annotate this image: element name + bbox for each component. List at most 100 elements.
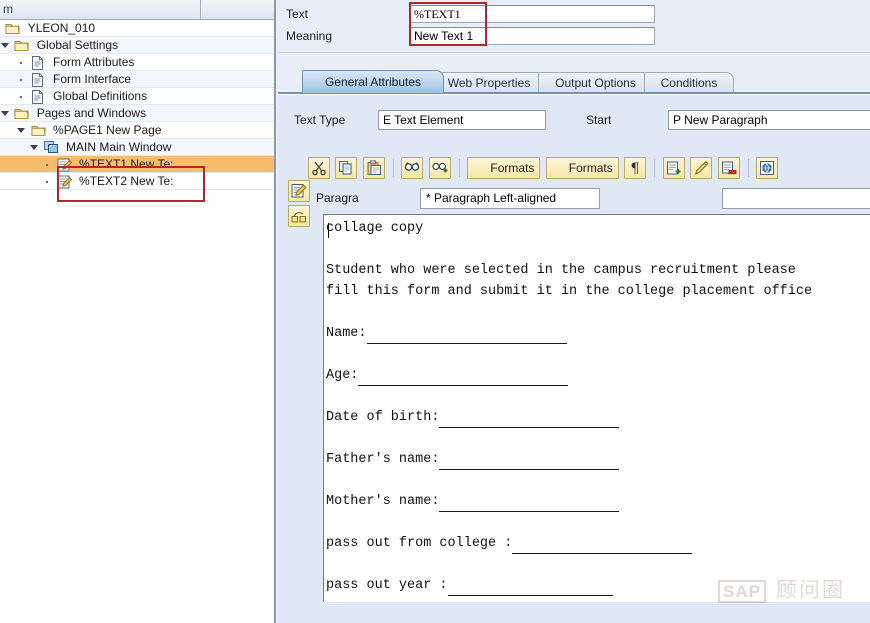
- change-formats-icon[interactable]: Formats: [545, 157, 619, 179]
- detail-tabstrip: General Attributes Web Properties Output…: [278, 70, 870, 93]
- editor-line-text: fill this form and submit it in the coll…: [326, 284, 813, 299]
- element-detail-pane: Text %TEXT1 Meaning New Text 1 General A…: [278, 0, 870, 623]
- toolbar-separator: [393, 159, 395, 177]
- folder-icon: [14, 105, 30, 121]
- tab-conditions[interactable]: Conditions: [644, 72, 734, 93]
- tree-node-pages-and-windows[interactable]: Pages and Windows: [0, 105, 274, 122]
- tree-node-yleon-010[interactable]: YLEON_010: [0, 20, 274, 37]
- toolbar-separator: [654, 159, 656, 177]
- text-element-icon: [57, 173, 73, 189]
- fill-in-rule: [512, 539, 693, 554]
- find-icon[interactable]: [401, 157, 424, 179]
- tree-bullet-icon: [16, 88, 27, 104]
- form-tree-panel: m YLEON_010 Global Settings Form Attribu…: [0, 0, 276, 623]
- document-icon: [31, 54, 47, 70]
- editor-line-text: collage copy: [326, 221, 424, 236]
- paragraph-label: Paragra: [316, 191, 359, 205]
- fill-in-rule: [439, 455, 620, 470]
- tree-node-global-settings[interactable]: Global Settings: [0, 37, 274, 54]
- tree-node-form-attributes[interactable]: Form Attributes: [0, 54, 274, 71]
- editor-line: Age:: [326, 365, 870, 386]
- tree-node-text2[interactable]: %TEXT2 New Te:: [0, 173, 274, 190]
- structure-icon[interactable]: [288, 205, 310, 227]
- paragraph-format-select[interactable]: * Paragraph Left-aligned: [420, 188, 600, 209]
- tree-node-main-window[interactable]: MAIN Main Window: [0, 139, 274, 156]
- meaning-input[interactable]: New Text 1: [410, 27, 655, 45]
- tab-output-options[interactable]: Output Options: [538, 72, 653, 93]
- editor-line-text: Mother's name:: [326, 494, 440, 509]
- window-icon: [43, 139, 60, 155]
- tree-node-global-definitions[interactable]: Global Definitions: [0, 88, 274, 105]
- text-type-label: Text Type: [294, 113, 346, 127]
- meaning-label: Meaning: [286, 29, 333, 43]
- tree-node-page1[interactable]: %PAGE1 New Page: [0, 122, 274, 139]
- tree-node-label: YLEON_010: [27, 21, 96, 35]
- document-icon: [31, 88, 47, 104]
- paragraph-mark-icon[interactable]: ¶: [624, 157, 647, 179]
- editor-line-text: Date of birth:: [326, 410, 440, 425]
- text-editor-area[interactable]: collage copy Student who were selected i…: [323, 214, 870, 602]
- text-type-select[interactable]: E Text Element: [378, 110, 546, 130]
- start-label: Start: [586, 113, 612, 127]
- tree-node-label: %TEXT1 New Te:: [79, 157, 174, 171]
- fill-in-rule: [366, 329, 567, 344]
- tree-node-form-interface[interactable]: Form Interface: [0, 71, 274, 88]
- toolbar-separator: [747, 159, 749, 177]
- editor-line-text: pass out from college :: [326, 536, 513, 551]
- editor-line: pass out from college :: [326, 533, 870, 554]
- tree-node-label: Pages and Windows: [36, 106, 147, 120]
- editor-side-buttons: [288, 180, 312, 230]
- display-formats-icon[interactable]: Formats: [467, 157, 541, 179]
- folder-icon: [31, 122, 47, 138]
- start-input[interactable]: P New Paragraph: [668, 110, 870, 130]
- web-preview-icon[interactable]: [756, 157, 779, 179]
- insert-line-icon[interactable]: [662, 157, 685, 179]
- text-element-icon: [57, 156, 73, 172]
- expander-triangle-icon[interactable]: [0, 37, 11, 53]
- section-divider: [278, 52, 870, 53]
- expander-triangle-icon[interactable]: [29, 139, 40, 155]
- text-type-row: Text Type E Text Element Start P New Par…: [278, 109, 870, 133]
- tree-node-label: Form Attributes: [53, 55, 135, 69]
- editor-toolbar: Formats Formats ¶: [308, 157, 780, 181]
- tree-node-label: %TEXT2 New Te:: [79, 174, 174, 188]
- text-name-input[interactable]: %TEXT1: [410, 5, 655, 23]
- edit-line-icon[interactable]: [690, 157, 713, 179]
- editor-line-text: Father's name:: [326, 452, 440, 467]
- document-icon: [31, 71, 47, 87]
- edit-text-icon[interactable]: [288, 180, 310, 202]
- svg-text:¶: ¶: [631, 161, 640, 176]
- fill-in-rule: [439, 497, 620, 512]
- editor-line: pass out year :: [326, 575, 870, 596]
- tree-node-text1[interactable]: %TEXT1 New Te:: [0, 156, 274, 173]
- editor-line: Student who were selected in the campus …: [326, 260, 870, 281]
- tree-column-header: m: [0, 0, 274, 20]
- tree-node-label: MAIN Main Window: [66, 140, 172, 154]
- find-next-icon[interactable]: [428, 157, 451, 179]
- sap-smartforms-window: m YLEON_010 Global Settings Form Attribu…: [0, 0, 870, 623]
- editor-line: Date of birth:: [326, 407, 870, 428]
- expander-triangle-icon[interactable]: [16, 122, 27, 138]
- tab-general-attributes[interactable]: General Attributes: [302, 70, 444, 93]
- paste-icon[interactable]: [362, 157, 385, 179]
- expander-triangle-icon[interactable]: [0, 105, 11, 121]
- editor-line-text: pass out year :: [326, 578, 448, 593]
- cut-icon[interactable]: [308, 157, 330, 179]
- tree-bullet-icon: [16, 71, 27, 87]
- tree-header-col1: m: [3, 2, 13, 16]
- fill-in-rule: [447, 581, 613, 596]
- paragraph-extra-input[interactable]: [722, 188, 870, 209]
- tab-web-properties[interactable]: Web Properties: [430, 72, 548, 93]
- copy-icon[interactable]: [335, 157, 358, 179]
- delete-line-icon[interactable]: [717, 157, 740, 179]
